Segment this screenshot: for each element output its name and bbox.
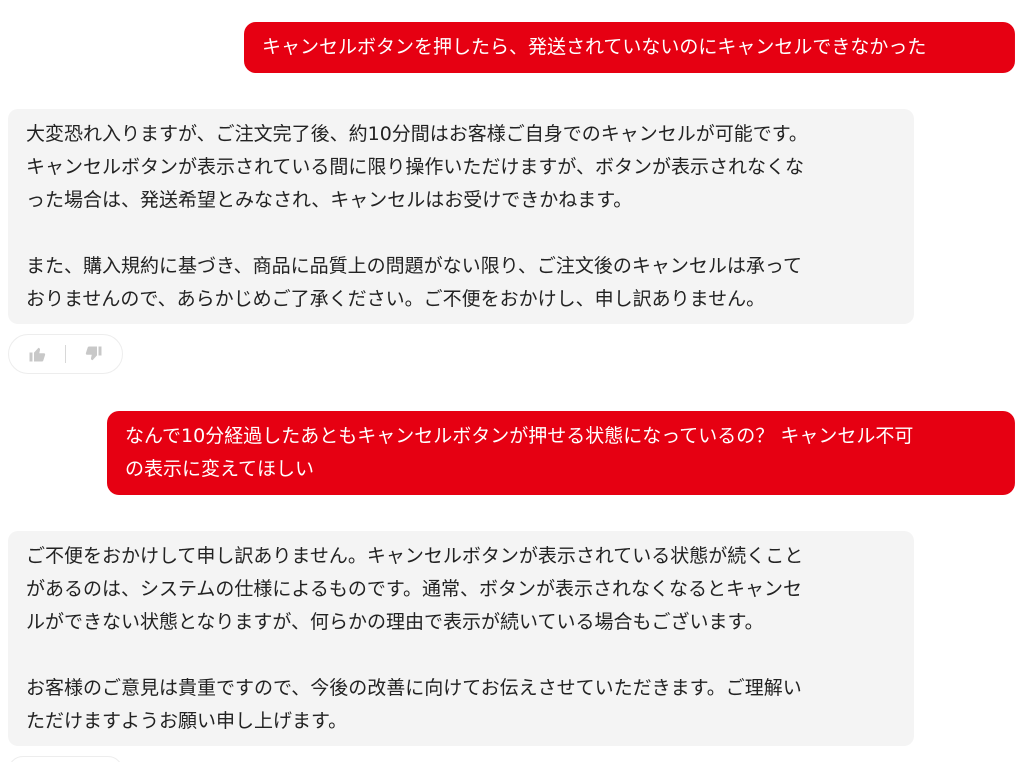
dislike-button[interactable] <box>66 335 122 373</box>
assistant-message: ご不便をおかけして申し訳ありません。キャンセルボタンが表示されている状態が続くこ… <box>8 531 914 746</box>
feedback-bar <box>8 756 123 762</box>
feedback-bar <box>8 334 123 374</box>
user-message: なんで10分経過したあともキャンセルボタンが押せる状態になっているの？ キャンセ… <box>107 411 1015 495</box>
assistant-message: 大変恐れ入りますが、ご注文完了後、約10分間はお客様ご自身でのキャンセルが可能で… <box>8 109 914 324</box>
chat-transcript: キャンセルボタンを押したら、発送されていないのにキャンセルできなかった 大変恐れ… <box>0 0 1026 762</box>
user-message: キャンセルボタンを押したら、発送されていないのにキャンセルできなかった <box>244 22 1015 73</box>
edge-fade <box>1014 0 1026 762</box>
like-button[interactable] <box>9 335 65 373</box>
thumbs-down-icon <box>85 346 102 361</box>
thumbs-up-icon <box>29 347 46 362</box>
